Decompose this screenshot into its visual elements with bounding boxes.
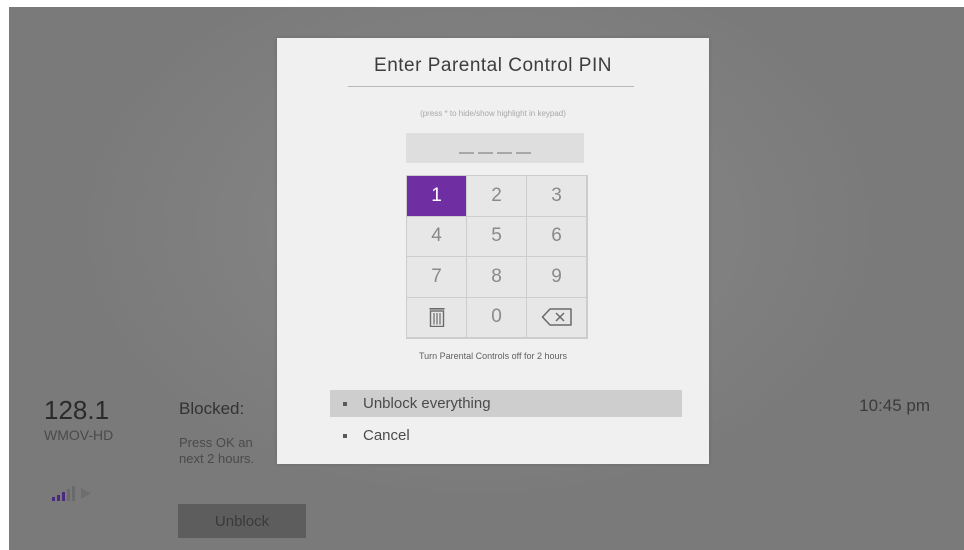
option-label: Cancel <box>363 427 410 444</box>
parental-pin-dialog: Enter Parental Control PIN (press * to h… <box>277 38 709 464</box>
signal-bar <box>72 486 75 501</box>
bullet-icon <box>343 433 347 438</box>
channel-name: WMOV-HD <box>44 427 114 443</box>
unblock-button[interactable]: Unblock <box>178 504 306 538</box>
key-8[interactable]: 8 <box>467 257 526 297</box>
pin-input[interactable] <box>406 133 584 163</box>
pin-digit-placeholder <box>459 152 474 154</box>
key-1[interactable]: 1 <box>407 176 466 216</box>
unblock-everything-option[interactable]: Unblock everything <box>330 390 682 417</box>
key-2[interactable]: 2 <box>467 176 526 216</box>
signal-bar <box>67 489 70 501</box>
key-backspace[interactable] <box>527 297 586 337</box>
signal-bar <box>62 492 65 501</box>
key-6[interactable]: 6 <box>527 216 586 256</box>
channel-info: 128.1 WMOV-HD <box>44 395 113 443</box>
channel-number: 128.1 <box>44 395 110 425</box>
cancel-option[interactable]: Cancel <box>330 422 682 449</box>
clock: 10:45 pm <box>859 396 930 415</box>
signal-strength-icon <box>52 485 112 501</box>
key-3[interactable]: 3 <box>527 176 586 216</box>
keypad-hint: (press * to hide/show highlight in keypa… <box>420 109 566 118</box>
backspace-icon <box>541 308 572 326</box>
key-4[interactable]: 4 <box>407 216 466 256</box>
pin-digit-placeholder <box>497 152 512 154</box>
keypad: 1 2 3 4 5 6 7 8 9 0 <box>406 175 588 339</box>
pin-digit-placeholder <box>516 152 531 154</box>
play-triangle-icon <box>81 488 91 499</box>
key-clear[interactable] <box>407 297 466 337</box>
dialog-title: Enter Parental Control PIN <box>374 55 612 76</box>
bullet-icon <box>343 401 347 406</box>
parental-controls-off-note[interactable]: Turn Parental Controls off for 2 hours <box>277 351 709 361</box>
title-divider <box>348 86 634 87</box>
key-0[interactable]: 0 <box>467 297 526 337</box>
key-5[interactable]: 5 <box>467 216 526 256</box>
signal-bar <box>57 495 60 501</box>
trash-icon <box>429 308 444 328</box>
key-9[interactable]: 9 <box>527 257 586 297</box>
signal-bar <box>52 497 55 501</box>
option-label: Unblock everything <box>363 395 491 412</box>
pin-digit-placeholder <box>478 152 493 154</box>
key-7[interactable]: 7 <box>407 257 466 297</box>
